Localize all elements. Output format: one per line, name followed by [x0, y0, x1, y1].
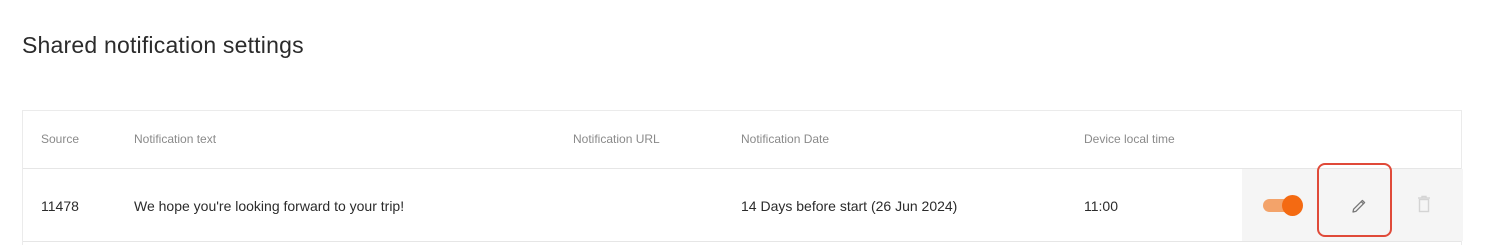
notifications-table: Source Notification text Notification UR… [22, 110, 1463, 245]
page-title: Shared notification settings [22, 32, 304, 58]
column-header-notification-text: Notification text [134, 132, 217, 146]
column-header-notification-url: Notification URL [573, 132, 660, 146]
table-header: Source Notification text Notification UR… [23, 111, 1461, 169]
table-row: 11478 We hope you're looking forward to … [23, 169, 1463, 242]
edit-button[interactable] [1317, 163, 1392, 237]
cell-notification-date: 14 Days before start (26 Jun 2024) [741, 198, 958, 214]
column-header-source: Source [41, 132, 80, 146]
cell-notification-text: We hope you're looking forward to your t… [134, 198, 405, 214]
toggle-knob [1282, 195, 1303, 216]
column-header-notification-date: Notification Date [741, 132, 830, 146]
trash-icon[interactable] [1413, 193, 1435, 217]
enabled-toggle[interactable] [1263, 195, 1303, 216]
cell-device-local-time: 11:00 [1084, 198, 1118, 214]
column-header-device-local-time: Device local time [1084, 132, 1175, 146]
cell-source: 11478 [41, 198, 79, 214]
